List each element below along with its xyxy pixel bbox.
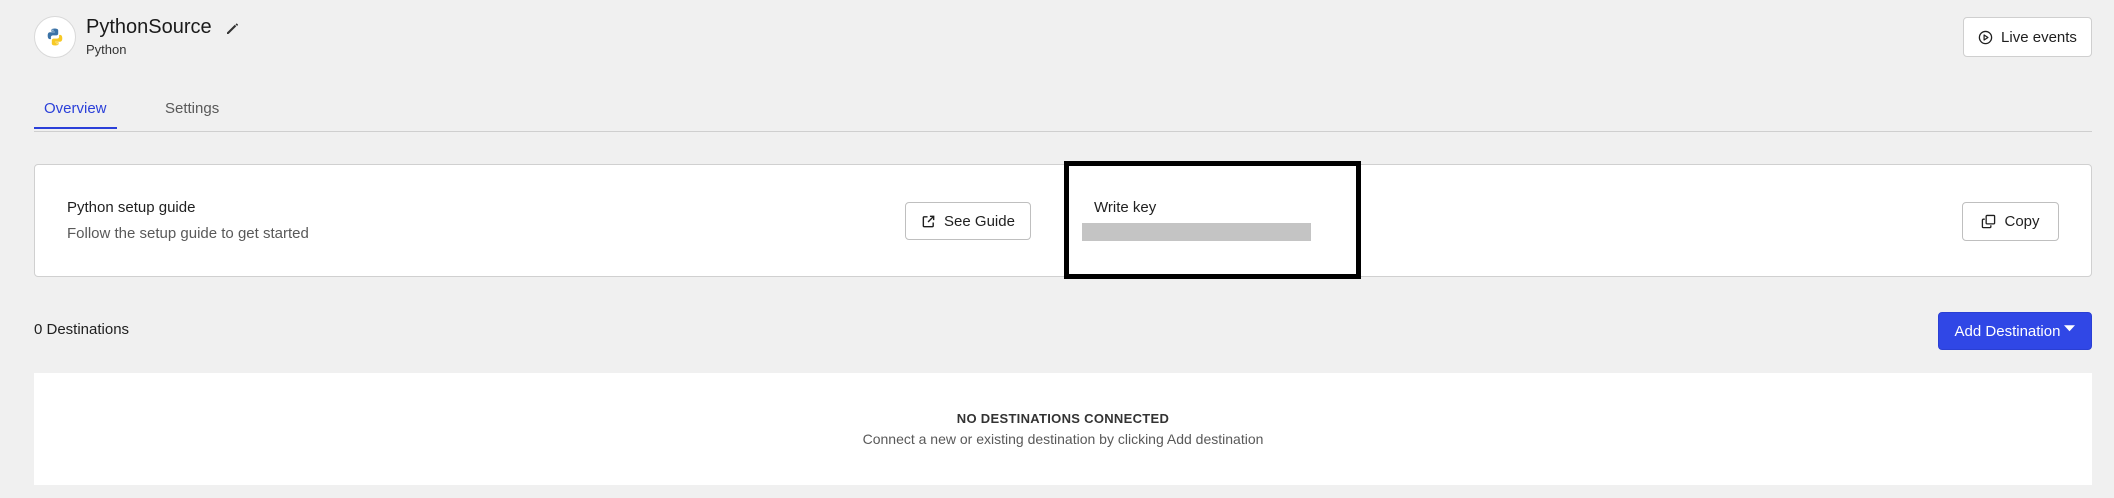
source-overview-page: PythonSource Python Live events Overview…	[0, 0, 2114, 498]
live-events-button[interactable]: Live events	[1963, 17, 2092, 57]
add-destination-label: Add Destination	[1954, 322, 2061, 340]
tab-bar: Overview Settings	[34, 96, 2092, 132]
live-events-label: Live events	[2001, 28, 2077, 46]
play-circle-icon	[1978, 30, 1993, 44]
copy-label: Copy	[2004, 213, 2040, 230]
setup-guide-description: Follow the setup guide to get started	[67, 225, 309, 242]
see-guide-button[interactable]: See Guide	[905, 202, 1031, 240]
copy-icon	[1982, 214, 1996, 229]
empty-state-title: NO DESTINATIONS CONNECTED	[956, 411, 1170, 426]
empty-state-description: Connect a new or existing destination by…	[862, 431, 1264, 447]
source-type: Python	[86, 42, 127, 57]
python-logo	[34, 16, 76, 58]
write-key-value[interactable]	[1082, 223, 1311, 241]
pencil-icon[interactable]	[226, 21, 240, 35]
setup-guide-card: Python setup guide Follow the setup guid…	[34, 164, 2092, 277]
python-logo-icon	[47, 28, 63, 46]
destinations-count: 0 Destinations	[34, 321, 130, 338]
write-key-label: Write key	[1094, 199, 1157, 216]
write-key-highlight	[1064, 161, 1361, 279]
add-destination-button[interactable]: Add Destination	[1938, 312, 2092, 350]
caret-down-icon	[2064, 325, 2076, 332]
copy-write-key-button[interactable]: Copy	[1962, 202, 2059, 241]
destinations-empty-state: NO DESTINATIONS CONNECTED Connect a new …	[34, 373, 2092, 485]
tab-settings[interactable]: Settings	[165, 100, 219, 127]
tab-overview[interactable]: Overview	[34, 100, 116, 129]
setup-guide-title: Python setup guide	[67, 199, 196, 216]
external-link-icon	[922, 215, 935, 227]
source-title: PythonSource	[86, 16, 212, 38]
see-guide-label: See Guide	[944, 212, 1015, 230]
